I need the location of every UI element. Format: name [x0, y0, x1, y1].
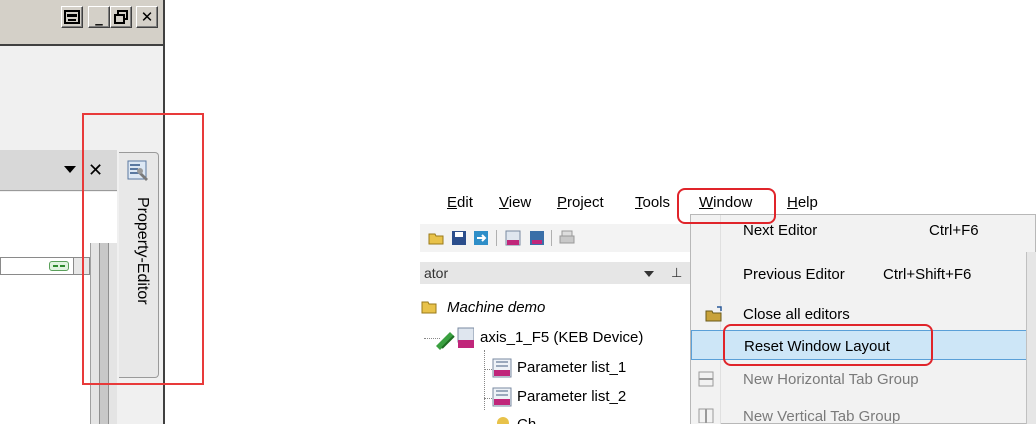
tree-item-parameter-list-1[interactable]: Parameter list_1 — [517, 359, 626, 376]
navigator-title: ator — [424, 265, 449, 281]
keb-device-icon[interactable] — [528, 229, 546, 247]
close-button[interactable]: ✕ — [136, 6, 158, 28]
navigator-dropdown-icon[interactable] — [644, 271, 654, 277]
tree-connector — [484, 398, 492, 399]
maximize-button[interactable] — [110, 6, 132, 28]
toolbar — [420, 224, 690, 252]
print-icon[interactable] — [558, 229, 576, 247]
tree-connector — [484, 350, 485, 410]
menu-view[interactable]: View — [499, 194, 531, 211]
property-editor-window: _ ✕ ✕ Property-Editor — [0, 0, 204, 424]
menu-edit[interactable]: Edit — [447, 194, 473, 211]
tree-item-partial[interactable]: Ch... — [517, 416, 549, 424]
scope-icon — [497, 417, 509, 424]
highlight-window-menu — [677, 188, 776, 224]
panel-dropdown-icon[interactable] — [64, 166, 76, 173]
pin-icon[interactable]: ⊥ — [671, 265, 682, 281]
toggle-icon[interactable] — [49, 261, 69, 271]
export-icon[interactable] — [472, 229, 490, 247]
tree-connector — [484, 369, 492, 370]
window-menu-dropdown: Next Editor Ctrl+F6 Previous Editor Ctrl… — [690, 214, 1036, 424]
vertical-tab-group-icon — [698, 408, 714, 423]
menu-item-new-vertical-tab-group[interactable]: New Vertical Tab Group — [691, 401, 1035, 423]
navigator-header: ator ⊥ — [420, 262, 690, 284]
menu-item-previous-editor[interactable]: Previous Editor Ctrl+Shift+F6 — [691, 259, 1035, 289]
project-icon — [421, 301, 437, 314]
maximize-icon — [114, 10, 128, 24]
minimize-button[interactable]: _ — [88, 6, 110, 28]
menu-project[interactable]: Project — [557, 194, 604, 211]
restore-icon[interactable] — [61, 6, 83, 28]
toolbar-separator — [496, 230, 497, 246]
highlight-reset-layout — [723, 324, 933, 366]
parameter-list-icon — [492, 387, 512, 407]
application-window: Edit View Project Tools Window Help ator… — [420, 182, 1036, 424]
keb-book-icon[interactable] — [504, 229, 522, 247]
minimize-icon: _ — [95, 8, 103, 26]
close-editors-icon — [705, 306, 722, 322]
open-folder-icon[interactable] — [428, 229, 446, 247]
close-icon: ✕ — [140, 8, 154, 26]
tree-item-machine-demo[interactable]: Machine demo — [447, 299, 545, 316]
tree-item-parameter-list-2[interactable]: Parameter list_2 — [517, 388, 626, 405]
tree-item-axis[interactable]: axis_1_F5 (KEB Device) — [480, 329, 643, 346]
side-panel-edge — [1026, 252, 1036, 424]
toolbar-separator — [551, 230, 552, 246]
menu-item-new-horizontal-tab-group[interactable]: New Horizontal Tab Group — [691, 364, 1035, 394]
property-field[interactable] — [0, 257, 90, 275]
save-icon[interactable] — [450, 229, 468, 247]
parameter-list-icon — [492, 358, 512, 378]
keb-device-icon — [436, 327, 474, 350]
horizontal-tab-group-icon — [698, 371, 714, 387]
menu-help[interactable]: Help — [787, 194, 818, 211]
menu-tools[interactable]: Tools — [635, 194, 670, 211]
highlight-box — [82, 113, 204, 385]
